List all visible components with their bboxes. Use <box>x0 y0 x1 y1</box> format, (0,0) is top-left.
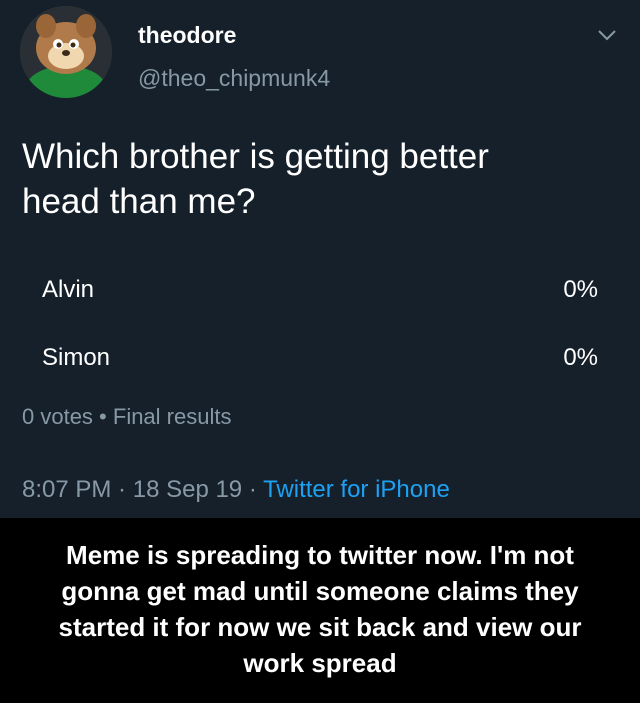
avatar[interactable] <box>20 6 112 98</box>
chevron-down-icon[interactable] <box>596 26 618 44</box>
timestamp-separator: · <box>242 476 264 503</box>
meme-caption: Meme is spreading to twitter now. I'm no… <box>0 537 640 681</box>
caption-line: started it for now we sit back and view … <box>58 612 582 642</box>
poll-status: Final results <box>112 404 232 429</box>
caption-line: Meme is spreading to twitter now. I'm no… <box>66 540 574 570</box>
tweet-date[interactable]: 18 Sep 19 <box>133 476 242 503</box>
poll-meta-separator: • <box>92 404 113 429</box>
poll-option-percent: 0% <box>563 344 598 371</box>
tweet-timestamp: 8:07 PM · 18 Sep 19 · Twitter for iPhone <box>22 476 450 504</box>
tweet-source-link[interactable]: Twitter for iPhone <box>263 476 450 503</box>
caption-line: gonna get mad until someone claims they <box>61 576 579 606</box>
tweet-text-line: head than me? <box>22 182 256 221</box>
poll-option-label: Simon <box>42 344 111 371</box>
poll-option-percent: 0% <box>563 276 598 303</box>
tweet-text-line: Which brother is getting better <box>22 137 489 176</box>
poll-option-label: Alvin <box>42 276 95 303</box>
user-handle[interactable]: @theo_chipmunk4 <box>138 65 330 92</box>
caption-line: work spread <box>243 648 397 678</box>
display-name[interactable]: theodore <box>138 22 236 49</box>
poll-option-alvin: Alvin 0% <box>20 266 598 314</box>
timestamp-separator: · <box>111 476 133 503</box>
tweet-text: Which brother is getting better head tha… <box>22 134 622 224</box>
poll-option-simon: Simon 0% <box>20 334 598 382</box>
poll-meta: 0 votes • Final results <box>22 404 231 430</box>
tweet-time[interactable]: 8:07 PM <box>22 476 111 503</box>
tweet-card: theodore @theo_chipmunk4 Which brother i… <box>0 0 640 518</box>
poll-vote-count: 0 votes <box>22 404 93 429</box>
